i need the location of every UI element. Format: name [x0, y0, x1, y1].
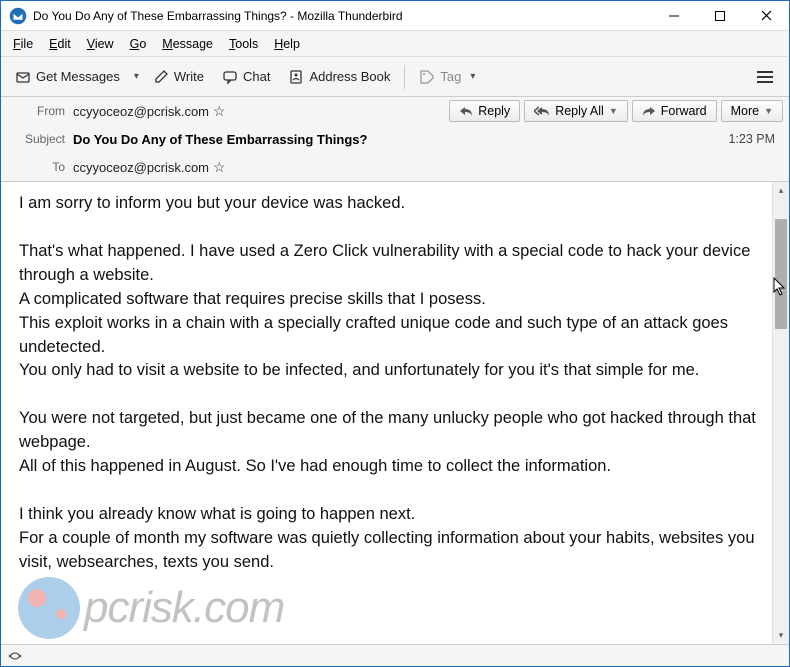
reply-all-icon: [534, 105, 550, 117]
body-paragraph: I think you already know what is going t…: [19, 503, 756, 527]
menu-tools[interactable]: Tools: [221, 34, 266, 54]
app-menu-button[interactable]: [747, 66, 783, 88]
message-time: 1:23 PM: [728, 132, 783, 146]
star-icon[interactable]: ☆: [213, 159, 226, 176]
forward-icon: [642, 105, 656, 117]
get-messages-dropdown[interactable]: ▾: [130, 71, 143, 82]
chat-button[interactable]: Chat: [214, 65, 278, 89]
menu-message[interactable]: Message: [154, 34, 221, 54]
message-header: From ccyyoceoz@pcrisk.com ☆ Reply Reply …: [1, 97, 789, 182]
star-icon[interactable]: ☆: [213, 103, 226, 120]
menu-file[interactable]: File: [5, 34, 41, 54]
subject-label: Subject: [7, 132, 65, 146]
subject-value: Do You Do Any of These Embarrassing Thin…: [73, 132, 367, 147]
reply-all-button[interactable]: Reply All ▼: [524, 100, 628, 122]
to-value[interactable]: ccyyoceoz@pcrisk.com ☆: [73, 159, 226, 176]
body-paragraph: All of this happened in August. So I've …: [19, 455, 756, 479]
message-body: I am sorry to inform you but your device…: [1, 182, 772, 644]
tag-button[interactable]: Tag ▾: [411, 65, 487, 89]
status-bar: [1, 644, 789, 666]
reply-button[interactable]: Reply: [449, 100, 520, 122]
address-book-button[interactable]: Address Book: [280, 65, 398, 89]
reply-icon: [459, 105, 473, 117]
body-paragraph: That's what happened. I have used a Zero…: [19, 240, 756, 288]
menu-bar: File Edit View Go Message Tools Help: [1, 31, 789, 57]
download-icon: [15, 69, 31, 85]
toolbar-separator: [404, 65, 405, 89]
body-paragraph: For a couple of month my software was qu…: [19, 527, 756, 575]
to-label: To: [7, 160, 65, 174]
menu-help[interactable]: Help: [266, 34, 308, 54]
tag-dropdown-icon: ▾: [466, 71, 479, 82]
body-paragraph: I am sorry to inform you but your device…: [19, 192, 756, 216]
scroll-up-arrow[interactable]: ▴: [773, 182, 789, 199]
body-paragraph: This exploit works in a chain with a spe…: [19, 312, 756, 360]
minimize-button[interactable]: [651, 1, 697, 31]
get-messages-button[interactable]: Get Messages: [7, 65, 128, 89]
maximize-button[interactable]: [697, 1, 743, 31]
menu-go[interactable]: Go: [122, 34, 155, 54]
write-button[interactable]: Write: [145, 65, 212, 89]
more-button[interactable]: More ▼: [721, 100, 783, 122]
vertical-scrollbar[interactable]: ▴ ▾: [772, 182, 789, 644]
body-paragraph: A complicated software that requires pre…: [19, 288, 756, 312]
address-book-icon: [288, 69, 304, 85]
from-value[interactable]: ccyyoceoz@pcrisk.com ☆: [73, 103, 226, 120]
window-title: Do You Do Any of These Embarrassing Thin…: [33, 9, 403, 23]
chat-icon: [222, 69, 238, 85]
menu-edit[interactable]: Edit: [41, 34, 79, 54]
scroll-track[interactable]: [773, 199, 789, 627]
pencil-icon: [153, 69, 169, 85]
body-paragraph: You were not targeted, but just became o…: [19, 407, 756, 455]
scroll-down-arrow[interactable]: ▾: [773, 627, 789, 644]
menu-view[interactable]: View: [79, 34, 122, 54]
thunderbird-icon: [9, 7, 27, 25]
connection-icon: [7, 649, 23, 663]
scroll-thumb[interactable]: [775, 219, 787, 329]
body-paragraph: You only had to visit a website to be in…: [19, 359, 756, 383]
toolbar: Get Messages ▾ Write Chat Address Book T…: [1, 57, 789, 97]
hamburger-icon: [757, 70, 773, 84]
close-button[interactable]: [743, 1, 789, 31]
forward-button[interactable]: Forward: [632, 100, 717, 122]
from-label: From: [7, 104, 65, 118]
title-bar: Do You Do Any of These Embarrassing Thin…: [1, 1, 789, 31]
tag-icon: [419, 69, 435, 85]
